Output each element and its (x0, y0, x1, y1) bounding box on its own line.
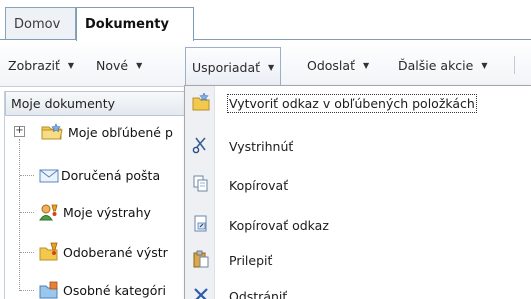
menu-item-label: Kopírovať (229, 177, 289, 193)
delete-icon (192, 286, 210, 299)
tab-domov-label: Domov (14, 16, 61, 32)
tab-bar: Domov Dokumenty (0, 0, 531, 41)
tree-item-personal-categories[interactable]: Osobné kategóri (39, 277, 166, 299)
folder-star-icon (41, 123, 63, 140)
send-menu-label: Odoslať (307, 57, 355, 73)
chevron-down-icon: ▼ (481, 60, 488, 70)
tree-connector (20, 290, 34, 291)
organize-menu-button[interactable]: Usporiadať ▼ (185, 47, 282, 87)
new-menu-button[interactable]: Nové ▼ (96, 54, 142, 76)
view-menu-label: Zobraziť (8, 57, 60, 73)
tree-connector (20, 252, 34, 253)
pane-header: Moje dokumenty (5, 91, 191, 116)
navigation-pane: Moje dokumenty + Moje obľúbené p Doručen… (4, 91, 191, 299)
menu-item-label: Kopírovať odkaz (229, 217, 329, 233)
tree-item-label: Doručená pošta (61, 167, 161, 183)
toolbar-separator (514, 56, 515, 74)
tree-connector (20, 212, 34, 213)
envelope-icon (39, 169, 59, 183)
alert-person-icon (39, 204, 58, 221)
tree-item-label: Osobné kategóri (63, 282, 166, 298)
pane-header-label: Moje dokumenty (11, 96, 116, 111)
menu-item-delete[interactable]: Odstrániť (185, 281, 531, 299)
menu-item-paste[interactable]: Prilepiť (185, 245, 531, 275)
more-actions-menu-button[interactable]: Ďalšie akcie ▼ (398, 54, 488, 76)
toolbar: Zobraziť ▼ Nové ▼ Usporiadať ▼ Odoslať ▼… (0, 40, 531, 87)
chevron-down-icon: ▼ (67, 60, 75, 70)
chevron-down-icon: ▼ (136, 60, 143, 70)
menu-item-label: Odstrániť (229, 288, 288, 299)
copy-icon (192, 175, 210, 193)
send-menu-button[interactable]: Odoslať ▼ (307, 54, 369, 76)
chevron-down-icon: ▼ (268, 63, 275, 72)
menu-item-label: Vystrihnúť (229, 138, 294, 154)
favorite-link-icon (192, 93, 210, 111)
tree-item-label: Moje obľúbené p (68, 124, 173, 140)
menu-item-copy[interactable]: Kopírovať (185, 170, 531, 200)
tree-item-alerts[interactable]: Moje výstrahy (39, 199, 151, 225)
copy-link-icon (192, 215, 210, 233)
view-menu-button[interactable]: Zobraziť ▼ (8, 54, 74, 76)
tree-item-inbox[interactable]: Doručená pošta (39, 162, 160, 188)
menu-item-copy-link[interactable]: Kopírovať odkaz (185, 210, 531, 240)
tree-item-favorites[interactable]: Moje obľúbené p (41, 119, 173, 145)
tree-item-label: Odoberané výstr (63, 244, 168, 260)
paste-icon (192, 250, 210, 268)
categories-icon (39, 281, 58, 299)
tab-domov[interactable]: Domov (5, 7, 76, 40)
menu-item-create-favorite-link[interactable]: Vytvoriť odkaz v obľúbených položkách (185, 88, 531, 118)
tab-dokumenty[interactable]: Dokumenty (76, 7, 194, 41)
more-actions-menu-label: Ďalšie akcie (398, 57, 474, 73)
tree-item-subscribed-alerts[interactable]: Odoberané výstr (39, 239, 168, 265)
tree-connector (20, 175, 34, 176)
tab-dokumenty-label: Dokumenty (85, 17, 169, 32)
menu-item-cut[interactable]: Vystrihnúť (185, 131, 531, 161)
tree-connector (19, 139, 20, 291)
menu-item-label: Vytvoriť odkaz v obľúbených položkách (227, 93, 477, 113)
organize-menu-label: Usporiadať (192, 60, 261, 75)
organize-dropdown-menu: Vytvoriť odkaz v obľúbených položkách Vy… (184, 85, 531, 299)
chevron-down-icon: ▼ (362, 60, 370, 70)
tree-item-label: Moje výstrahy (63, 204, 151, 220)
expand-icon[interactable]: + (14, 126, 25, 137)
menu-item-label: Prilepiť (229, 252, 273, 268)
alert-folder-icon (39, 242, 58, 261)
new-menu-label: Nové (96, 57, 129, 73)
scissors-icon (192, 136, 210, 154)
